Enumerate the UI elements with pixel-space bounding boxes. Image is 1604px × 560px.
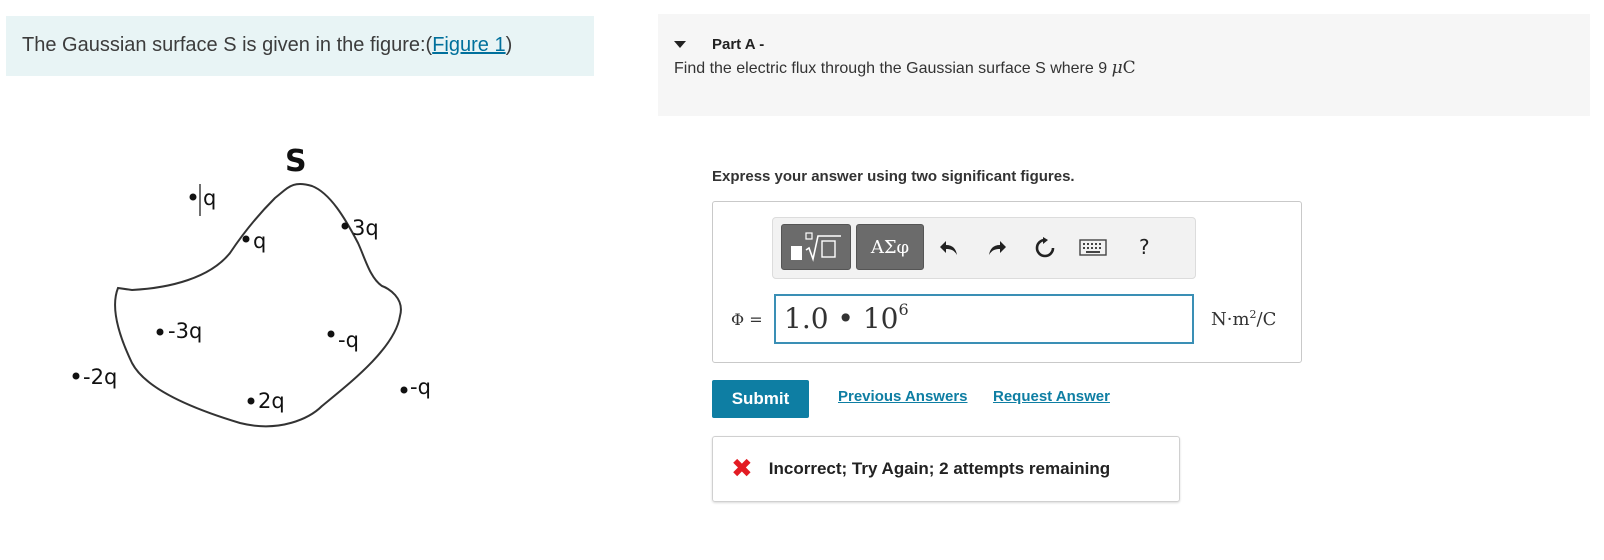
request-answer-link[interactable]: Request Answer [993,388,1110,405]
answer-exponent: 6 [898,300,909,319]
x-icon: ✖ [731,454,753,484]
charge-dot [242,235,250,243]
part-a-toggle[interactable]: Part A - [674,36,764,53]
part-question: Find the electric flux through the Gauss… [674,58,1136,78]
charge-label-neg3q: -3q [168,319,202,343]
intro-close: ) [505,34,513,56]
answer-units: N·m2/C [1211,308,1277,330]
charge-dot [400,386,408,394]
reset-icon[interactable] [1033,236,1057,260]
caret-down-icon [674,41,686,48]
part-title: Part A - [712,36,765,53]
variable-label: Φ = [731,310,763,329]
greek-symbols-button[interactable]: ΑΣφ [856,224,924,270]
intro-box: The Gaussian surface S is given in the f… [6,16,594,76]
question-unit: μC [1111,58,1136,78]
math-toolbar: ΑΣφ ? [772,217,1196,279]
redo-icon[interactable] [985,236,1009,260]
answer-input[interactable]: 1.0 • 106 [774,294,1194,344]
templates-sqrt-icon [791,232,841,262]
templates-button[interactable] [781,224,851,270]
charge-label-3q: 3q [352,216,379,240]
charge-label-inside-q: q [253,229,266,253]
charge-dot [341,222,349,230]
charge-label-outside-q: q [203,186,216,210]
help-button[interactable]: ? [1139,236,1150,258]
surface-label: S [285,144,307,179]
answer-mantissa: 1.0 • 10 [784,302,899,335]
charge-dot [72,372,80,380]
charge-dot [327,330,335,338]
charge-dot [247,397,255,405]
answer-box: ΑΣφ ? Φ = 1.0 • 106 N·m2/C [712,201,1302,363]
charge-label-inside-negq: -q [338,328,359,352]
feedback-text: Incorrect; Try Again; 2 attempts remaini… [768,459,1111,478]
question-text: Find the electric flux through the Gauss… [674,60,1112,77]
charge-label-2q: 2q [258,389,285,413]
gaussian-surface-figure: S q q 3q -3q -q -2q 2q -q [60,138,450,438]
previous-answers-link[interactable]: Previous Answers [838,388,968,405]
part-a-header: Part A - Find the electric flux through … [658,14,1590,116]
feedback-box: ✖ Incorrect; Try Again; 2 attempts remai… [712,436,1180,502]
keyboard-icon[interactable] [1079,236,1107,258]
submit-button[interactable]: Submit [712,380,809,418]
charge-label-outside-negq: -q [410,375,431,399]
charge-dot [156,328,164,336]
charge-label-neg2q: -2q [83,365,117,389]
answer-instruction: Express your answer using two significan… [712,168,1075,185]
intro-text: The Gaussian surface S is given in the f… [22,34,433,56]
figure-link[interactable]: Figure 1 [432,34,505,56]
charge-dot [189,193,197,201]
undo-icon[interactable] [937,236,961,260]
